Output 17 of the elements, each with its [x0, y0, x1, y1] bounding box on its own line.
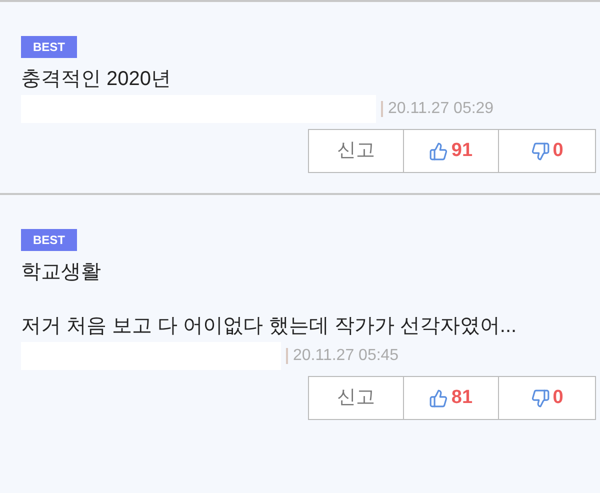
report-button[interactable]: 신고	[309, 377, 404, 419]
dislike-button[interactable]: 0	[499, 130, 595, 172]
timestamp: 20.11.27 05:29	[388, 99, 494, 119]
comment-text: 충격적인 2020년	[21, 67, 172, 92]
comment-text: 저거 처음 보고 다 어이없다 했는데 작가가 선각자였어...	[21, 314, 518, 339]
like-button[interactable]: 91	[404, 130, 499, 172]
best-badge: BEST	[21, 36, 78, 58]
comment-text: 학교생활	[21, 260, 102, 285]
thumbs-up-icon	[429, 142, 448, 160]
thumbs-up-icon	[429, 388, 448, 408]
best-badge: BEST	[21, 229, 78, 251]
thumbs-down-icon	[530, 388, 550, 408]
dislike-button[interactable]: 0	[499, 377, 595, 419]
like-button[interactable]: 81	[404, 377, 499, 419]
thumbs-down-icon	[530, 142, 550, 160]
report-button[interactable]: 신고	[309, 130, 404, 172]
timestamp: 20.11.27 05:45	[293, 346, 399, 366]
